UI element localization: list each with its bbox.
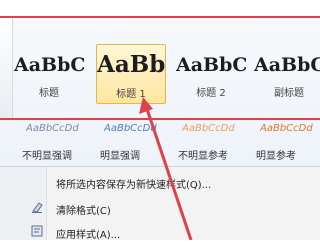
style-sample: AaBbCcDd (182, 123, 235, 134)
style-label: 不明显参考 (178, 151, 228, 162)
clear-format-icon (30, 200, 44, 214)
menu-item-save-as-quick-style[interactable]: 将所选内容保存为新快速样式(Q)... (0, 171, 320, 193)
menu-item-clear-formatting[interactable]: 清除格式(C) (0, 197, 320, 219)
style-sample: AaBbC (176, 54, 246, 76)
ribbon-top-strip (0, 0, 320, 16)
menu-item-label: 将所选内容保存为新快速样式(Q)... (56, 180, 212, 191)
style-tile-title[interactable]: AaBbC 标题 (14, 44, 84, 104)
styles-dropdown-menu: 将所选内容保存为新快速样式(Q)... 清除格式(C) 应用样式(A)... (0, 167, 320, 241)
menu-item-label: 应用样式(A)... (56, 230, 121, 241)
style-label: 标题 (39, 88, 59, 99)
style-tile-heading-1[interactable]: AaBb 标题 1 (96, 44, 166, 104)
style-sample: AaBbC (14, 54, 84, 76)
style-label: 标题 2 (196, 88, 226, 99)
save-style-icon (30, 174, 44, 188)
style-sample: AaBbCcDd (26, 123, 79, 134)
menu-item-label: 清除格式(C) (56, 206, 111, 217)
style-tile-intense-reference[interactable]: AaBbCcDd 明显参考 (246, 122, 320, 166)
style-label: 标题 1 (116, 89, 146, 100)
style-label: 副标题 (274, 88, 304, 99)
style-label: 明显参考 (256, 151, 296, 162)
style-sample: AaBb (97, 51, 165, 78)
style-tile-subtitle[interactable]: AaBbC 副标题 (254, 44, 320, 104)
apply-style-icon (30, 224, 44, 238)
style-tile-subtle-emphasis[interactable]: AaBbCcDd 不明显强调 (12, 122, 90, 166)
style-tile-intense-emphasis[interactable]: AaBbCcDd 明显强调 (90, 122, 168, 166)
style-gallery-row-2: AaBbCcDd 不明显强调 AaBbCcDd 明显强调 AaBbCcDd 不明… (12, 122, 320, 166)
style-sample: AaBbCcDd (260, 123, 313, 134)
style-label: 明显强调 (100, 151, 140, 162)
gallery-scroll-edge[interactable] (0, 18, 13, 118)
style-sample: AaBbCcDd (104, 123, 157, 134)
style-sample: AaBbC (254, 54, 320, 76)
style-tile-heading-2[interactable]: AaBbC 标题 2 (176, 44, 246, 104)
quick-styles-gallery: AaBbC 标题 AaBb 标题 1 AaBbC 标题 2 AaBbC 副标题 … (0, 0, 320, 167)
style-label: 不明显强调 (22, 151, 72, 162)
style-tile-subtle-reference[interactable]: AaBbCcDd 不明显参考 (168, 122, 246, 166)
